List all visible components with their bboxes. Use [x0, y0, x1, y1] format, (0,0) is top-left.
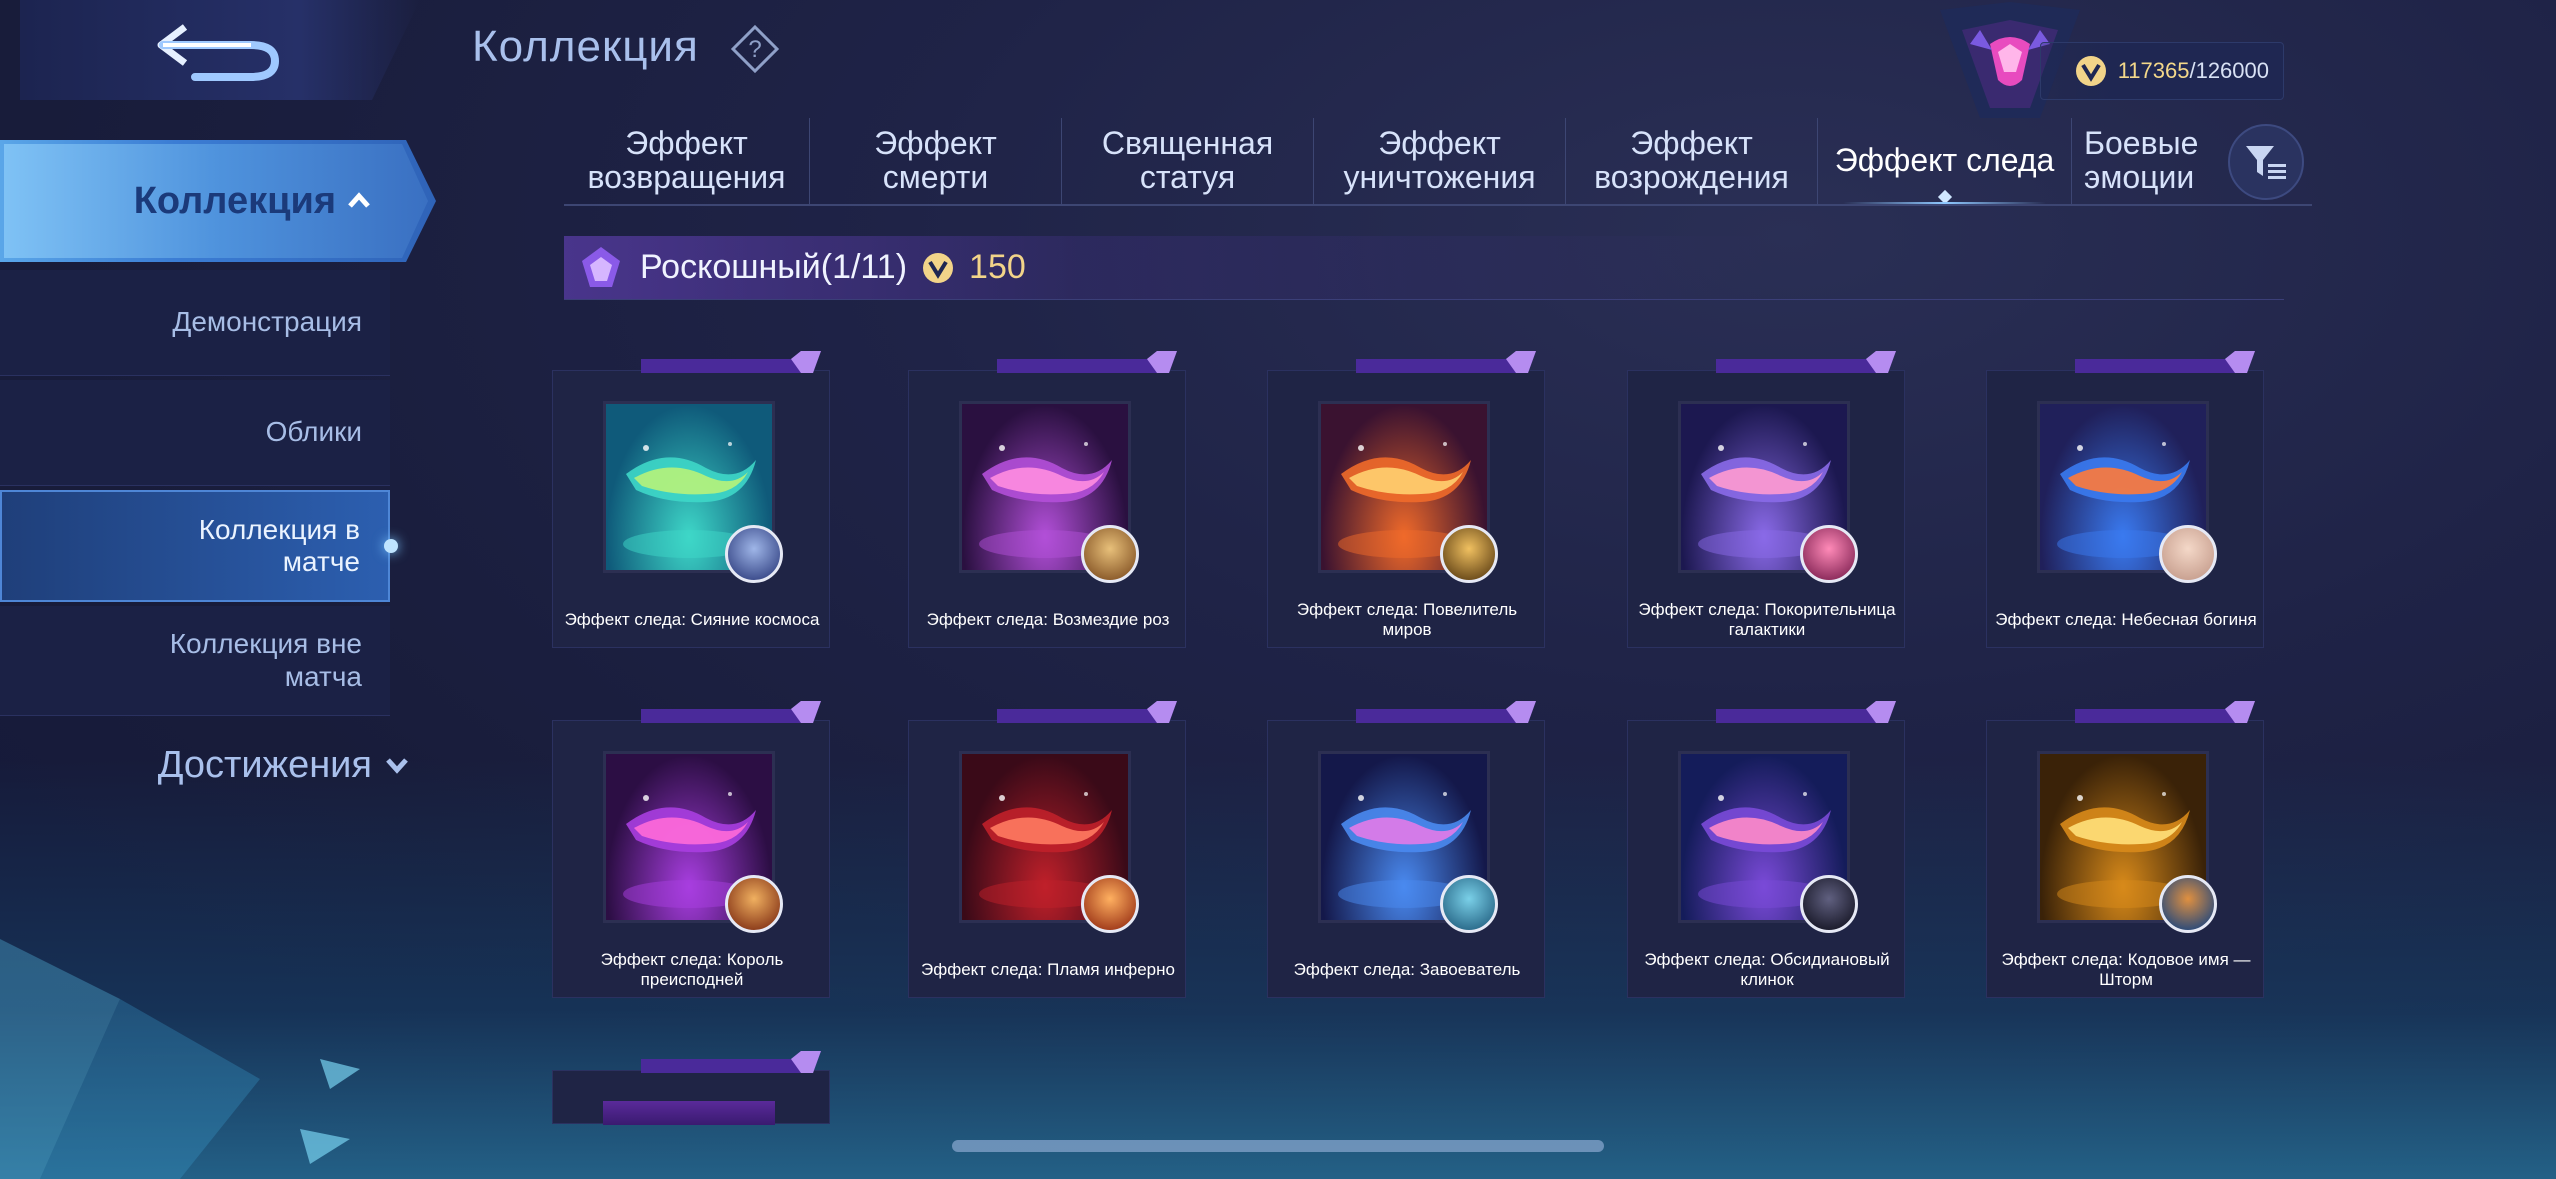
card-ribbon — [997, 351, 1177, 373]
card-ribbon — [641, 1051, 821, 1073]
section-title: Роскошный(1/11) — [640, 248, 908, 286]
collection-card[interactable]: Эффект следа: Кодовое имя — Шторм — [1986, 701, 2264, 998]
tab-trail-effect[interactable]: Эффект следа — [1818, 118, 2072, 204]
help-icon[interactable]: ? — [730, 24, 780, 74]
tab-respawn-effect[interactable]: Эффект возрождения — [1566, 118, 1818, 204]
section-cost: 150 — [969, 248, 1026, 286]
sidebar-item-out-match[interactable]: Коллекция вне матча — [0, 606, 390, 716]
card-label: Эффект следа: Сияние космоса — [564, 610, 820, 629]
sidebar-item-in-match[interactable]: Коллекция в матче — [0, 490, 398, 602]
card-ribbon — [641, 351, 821, 373]
sidebar-item-skins[interactable]: Облики — [0, 380, 390, 486]
collection-card[interactable]: Эффект следа: Сияние космоса — [552, 351, 830, 648]
sidebar-collection-label: Коллекция — [133, 179, 336, 222]
back-arrow-icon — [157, 24, 280, 81]
collection-card[interactable]: Эффект следа: Возмездие роз — [908, 351, 1186, 648]
collection-card[interactable]: Эффект следа: Повелитель миров — [1267, 351, 1545, 648]
svg-text:?: ? — [748, 36, 761, 63]
sidebar-item-label: Облики — [265, 416, 362, 448]
card-label: Эффект следа: Обсидиановый клинок — [1644, 950, 1890, 989]
background-facets — [0, 939, 360, 1179]
hero-avatar — [2159, 875, 2217, 933]
page-title: Коллекция — [472, 22, 699, 71]
filter-button[interactable] — [2228, 124, 2304, 200]
coin-icon — [923, 252, 954, 283]
currency-display: 117365/126000 — [2040, 42, 2284, 100]
card-label: Эффект следа: Небесная богиня — [1995, 610, 2257, 629]
hero-avatar — [1081, 525, 1139, 583]
sidebar-item-demo[interactable]: Демонстрация — [0, 270, 390, 376]
collection-card[interactable]: Эффект следа: Небесная богиня — [1986, 351, 2264, 648]
card-label: Эффект следа: Возмездие роз — [926, 610, 1170, 629]
card-ribbon — [1356, 351, 1536, 373]
card-ribbon — [2075, 701, 2255, 723]
tab-bar: Эффект возвращения Эффект смерти Священн… — [564, 118, 2312, 206]
section-header: Роскошный(1/11) 150 — [564, 236, 2284, 300]
sidebar-collection[interactable]: Коллекция — [0, 140, 436, 262]
back-button[interactable] — [20, 0, 420, 100]
hero-avatar — [725, 875, 783, 933]
collection-card-partial[interactable] — [552, 1051, 830, 1125]
sidebar-achievements-label: Достижения — [157, 743, 372, 786]
card-ribbon — [1716, 351, 1896, 373]
collection-card[interactable]: Эффект следа: Завоеватель — [1267, 701, 1545, 998]
card-ribbon — [2075, 351, 2255, 373]
chevron-down-icon — [386, 758, 408, 774]
card-label: Эффект следа: Пламя инферно — [921, 960, 1175, 979]
card-thumbnail — [603, 1101, 775, 1125]
card-label: Эффект следа: Покорительница галактики — [1638, 600, 1896, 639]
home-indicator[interactable] — [952, 1140, 1604, 1152]
card-ribbon — [1356, 701, 1536, 723]
tab-elimination-effect[interactable]: Эффект уничтожения — [1314, 118, 1566, 204]
filter-icon — [2246, 146, 2286, 179]
hero-avatar — [1081, 875, 1139, 933]
sidebar-item-label: Коллекция вне матча — [169, 628, 362, 692]
hero-avatar — [725, 525, 783, 583]
collection-card[interactable]: Эффект следа: Король преисподней — [552, 701, 830, 998]
collection-card[interactable]: Эффект следа: Пламя инферно — [908, 701, 1186, 998]
tab-battle-emotes[interactable]: Боевые эмоции — [2072, 118, 2212, 204]
luxury-tier-icon — [582, 246, 620, 287]
selected-indicator — [384, 539, 398, 553]
card-label: Эффект следа: Повелитель миров — [1296, 600, 1518, 639]
hero-avatar — [1440, 875, 1498, 933]
card-ribbon — [641, 701, 821, 723]
chevron-up-icon — [348, 192, 370, 208]
collection-card[interactable]: Эффект следа: Покорительница галактики — [1627, 351, 1905, 648]
card-ribbon — [997, 701, 1177, 723]
card-ribbon — [1716, 701, 1896, 723]
tab-sacred-statue[interactable]: Священная статуя — [1062, 118, 1314, 204]
sidebar-item-label: Коллекция в матче — [198, 513, 360, 577]
hero-avatar — [1440, 525, 1498, 583]
sidebar-item-label: Демонстрация — [172, 306, 362, 338]
card-label: Эффект следа: Кодовое имя — Шторм — [2001, 950, 2251, 989]
hero-avatar — [1800, 875, 1858, 933]
hero-avatar — [1800, 525, 1858, 583]
collection-card[interactable]: Эффект следа: Обсидиановый клинок — [1627, 701, 1905, 998]
hero-avatar — [2159, 525, 2217, 583]
card-label: Эффект следа: Завоеватель — [1293, 960, 1521, 979]
tab-return-effect[interactable]: Эффект возвращения — [564, 118, 810, 204]
card-label: Эффект следа: Король преисподней — [600, 950, 784, 989]
tab-death-effect[interactable]: Эффект смерти — [810, 118, 1062, 204]
coin-icon — [2075, 56, 2106, 86]
sidebar-achievements[interactable]: Достижения — [0, 730, 410, 800]
currency-value: 117365/126000 — [2117, 58, 2269, 83]
